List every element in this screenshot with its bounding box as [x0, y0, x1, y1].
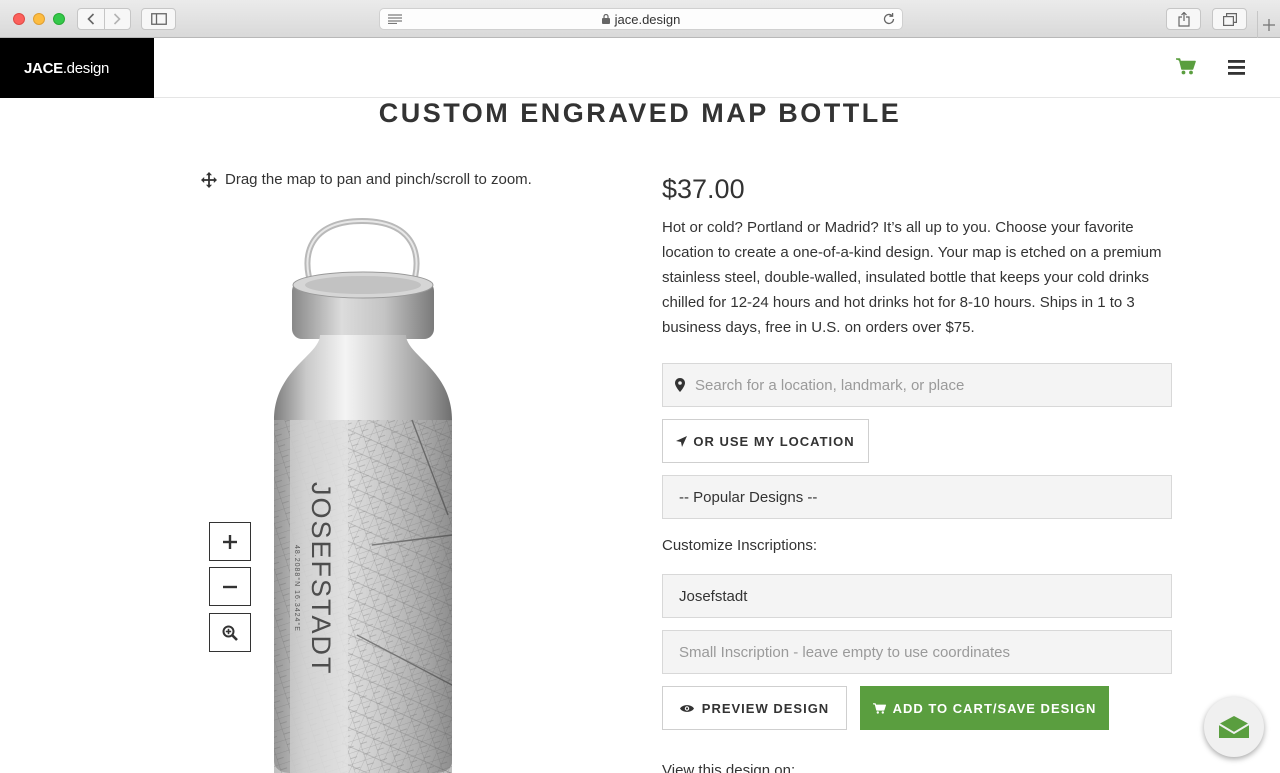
cart-icon[interactable] [1176, 58, 1196, 75]
forward-button[interactable] [103, 9, 130, 29]
location-search-field[interactable] [662, 363, 1172, 407]
logo-rest-text: .design [62, 59, 110, 77]
use-my-location-label: OR USE MY LOCATION [693, 433, 855, 449]
add-to-cart-button[interactable]: ADD TO CART/SAVE DESIGN [860, 686, 1109, 730]
large-inscription-input[interactable] [679, 575, 1171, 617]
preview-design-label: PREVIEW DESIGN [701, 700, 830, 716]
use-my-location-button[interactable]: OR USE MY LOCATION [662, 419, 869, 463]
share-icon [1177, 11, 1190, 27]
map-hint-text: Drag the map to pan and pinch/scroll to … [225, 171, 532, 188]
preview-design-button[interactable]: PREVIEW DESIGN [662, 686, 847, 730]
close-window-button[interactable] [13, 13, 25, 25]
show-tabs-button[interactable] [1212, 8, 1247, 30]
add-to-cart-label: ADD TO CART/SAVE DESIGN [892, 700, 1097, 716]
chat-widget-button[interactable] [1204, 697, 1264, 757]
customize-inscriptions-label: Customize Inscriptions: [662, 537, 818, 554]
zoom-out-button[interactable] [209, 567, 251, 606]
fullscreen-window-button[interactable] [53, 13, 65, 25]
back-button[interactable] [78, 9, 104, 29]
bottle-engraved-name: JOSEFSTADT [306, 482, 336, 676]
map-marker-icon [675, 378, 685, 392]
cart-icon [872, 702, 886, 714]
logo-bold-text: JACE [24, 59, 63, 77]
popular-designs-select[interactable]: -- Popular Designs -- [662, 475, 1172, 519]
zoom-fit-icon [222, 625, 238, 641]
bottle-engraved-coords: 48.2088°N 16.3424°E [293, 545, 301, 632]
product-description: Hot or cold? Portland or Madrid? It’s al… [662, 219, 1162, 336]
reader-icon[interactable] [388, 14, 402, 24]
product-price: $37.00 [662, 174, 745, 204]
view-design-on-label: View this design on: [662, 762, 796, 773]
url-text: jace.design [614, 11, 681, 27]
share-button[interactable] [1166, 8, 1201, 30]
eye-icon [679, 704, 694, 712]
chevron-left-icon [87, 13, 95, 25]
sidebar-button[interactable] [141, 8, 176, 30]
browser-toolbar: jace.design [0, 0, 1280, 38]
new-tab-button[interactable] [1257, 11, 1280, 38]
tabs-icon [1222, 12, 1237, 26]
move-icon [201, 171, 217, 188]
chevron-right-icon [114, 13, 122, 25]
location-search-input[interactable] [695, 364, 1171, 406]
page-title: CUSTOM ENGRAVED MAP BOTTLE [378, 98, 902, 128]
plus-icon [1263, 18, 1275, 31]
sidebar-icon [150, 13, 167, 25]
small-inscription-input[interactable] [679, 631, 1171, 673]
history-nav [77, 8, 131, 30]
hamburger-menu-icon[interactable] [1228, 60, 1245, 75]
zoom-in-button[interactable] [209, 522, 251, 561]
map-hint: Drag the map to pan and pinch/scroll to … [201, 171, 532, 188]
large-inscription-field[interactable] [662, 574, 1172, 618]
small-inscription-field[interactable] [662, 630, 1172, 674]
reload-icon[interactable] [882, 12, 896, 26]
zoom-fit-button[interactable] [209, 613, 251, 652]
site-header: JACE .design [0, 38, 1280, 98]
plus-icon [223, 534, 237, 549]
minus-icon [223, 585, 237, 588]
location-arrow-icon [676, 435, 688, 447]
minimize-window-button[interactable] [33, 13, 45, 25]
chat-mail-icon [1218, 716, 1250, 738]
lock-icon [601, 14, 610, 24]
site-logo[interactable]: JACE .design [0, 38, 154, 98]
address-bar[interactable]: jace.design [379, 8, 903, 30]
bottle-map-preview[interactable]: JOSEFSTADT 48.2088°N 16.3424°E [262, 215, 462, 773]
popular-designs-value: -- Popular Designs -- [679, 488, 818, 506]
